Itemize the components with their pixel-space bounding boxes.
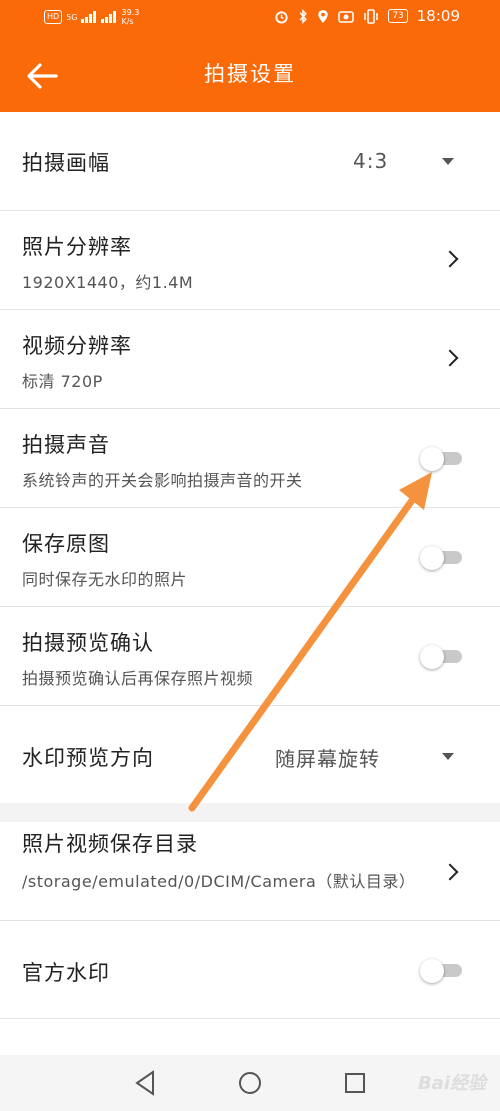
section-divider	[0, 803, 500, 822]
app-bar: 拍摄设置	[0, 36, 500, 112]
setting-save-original-desc: 同时保存无水印的照片	[22, 570, 188, 589]
system-nav-bar: Bai经验	[0, 1055, 500, 1111]
setting-photo-resolution-value: 1920X1440，约1.4M	[22, 273, 194, 292]
setting-save-directory-label: 照片视频保存目录	[22, 832, 198, 856]
signal-icon-2	[101, 11, 117, 23]
save-original-toggle[interactable]	[420, 546, 464, 570]
network-5g-label: 5G	[66, 12, 78, 22]
settings-list: 拍摄画幅 4:3 照片分辨率 1920X1440，约1.4M 视频分辨率 标清 …	[0, 112, 500, 1019]
alarm-icon	[275, 10, 288, 24]
dropdown-caret-icon[interactable]	[442, 158, 454, 165]
official-watermark-toggle[interactable]	[420, 959, 464, 983]
camera-icon	[338, 11, 355, 23]
setting-save-directory-value: /storage/emulated/0/DCIM/Camera（默认目录）	[22, 872, 416, 891]
status-right: 73 18:09	[274, 7, 460, 25]
setting-photo-resolution[interactable]: 照片分辨率 1920X1440，约1.4M	[0, 211, 500, 310]
clock: 18:09	[416, 7, 460, 25]
vibrate-icon	[364, 8, 379, 24]
setting-watermark-direction-value: 随屏幕旋转	[275, 747, 380, 771]
setting-save-original[interactable]: 保存原图 同时保存无水印的照片	[0, 508, 500, 607]
setting-preview-confirm-desc: 拍摄预览确认后再保存照片视频	[22, 669, 254, 688]
setting-video-resolution[interactable]: 视频分辨率 标清 720P	[0, 310, 500, 409]
setting-official-watermark[interactable]: 官方水印	[0, 921, 500, 1019]
setting-shutter-sound[interactable]: 拍摄声音 系统铃声的开关会影响拍摄声音的开关	[0, 409, 500, 508]
net-speed-unit: K/s	[121, 17, 134, 26]
setting-video-resolution-value: 标清 720P	[22, 372, 103, 391]
nav-home-icon[interactable]	[237, 1069, 263, 1097]
net-speed-value: 39.3	[121, 8, 140, 17]
setting-shutter-sound-desc: 系统铃声的开关会影响拍摄声音的开关	[22, 471, 303, 490]
hd-badge: HD	[44, 10, 63, 24]
status-bar: HD 5G 39.3 K/s 73 18:09	[0, 0, 500, 36]
signal-icon	[81, 11, 97, 23]
bluetooth-icon	[299, 8, 308, 24]
shutter-sound-toggle[interactable]	[420, 447, 464, 471]
status-left: HD 5G 39.3 K/s	[44, 8, 139, 26]
net-speed: 39.3 K/s	[121, 8, 139, 26]
page-title: 拍摄设置	[204, 62, 296, 86]
chevron-right-icon	[441, 863, 459, 881]
setting-official-watermark-label: 官方水印	[22, 961, 110, 985]
battery-indicator: 73	[388, 9, 408, 23]
nav-recents-icon[interactable]	[343, 1069, 367, 1097]
setting-aspect-value: 4:3	[353, 149, 389, 173]
setting-aspect-label: 拍摄画幅	[22, 151, 110, 175]
setting-preview-confirm-label: 拍摄预览确认	[22, 631, 154, 655]
setting-watermark-direction-label: 水印预览方向	[22, 746, 154, 770]
setting-photo-resolution-label: 照片分辨率	[22, 235, 132, 259]
setting-preview-confirm[interactable]: 拍摄预览确认 拍摄预览确认后再保存照片视频	[0, 607, 500, 706]
setting-watermark-direction[interactable]: 水印预览方向 随屏幕旋转	[0, 706, 500, 803]
setting-shutter-sound-label: 拍摄声音	[22, 433, 110, 457]
location-icon	[318, 9, 328, 23]
setting-aspect[interactable]: 拍摄画幅 4:3	[0, 112, 500, 211]
preview-confirm-toggle[interactable]	[420, 645, 464, 669]
chevron-right-icon	[441, 349, 459, 367]
setting-save-original-label: 保存原图	[22, 532, 110, 556]
baidu-watermark: Bai经验	[417, 1073, 486, 1094]
setting-video-resolution-label: 视频分辨率	[22, 334, 132, 358]
setting-save-directory[interactable]: 照片视频保存目录 /storage/emulated/0/DCIM/Camera…	[0, 822, 500, 921]
dropdown-caret-icon[interactable]	[442, 753, 454, 760]
chevron-right-icon	[441, 250, 459, 268]
nav-back-icon[interactable]	[133, 1069, 157, 1097]
